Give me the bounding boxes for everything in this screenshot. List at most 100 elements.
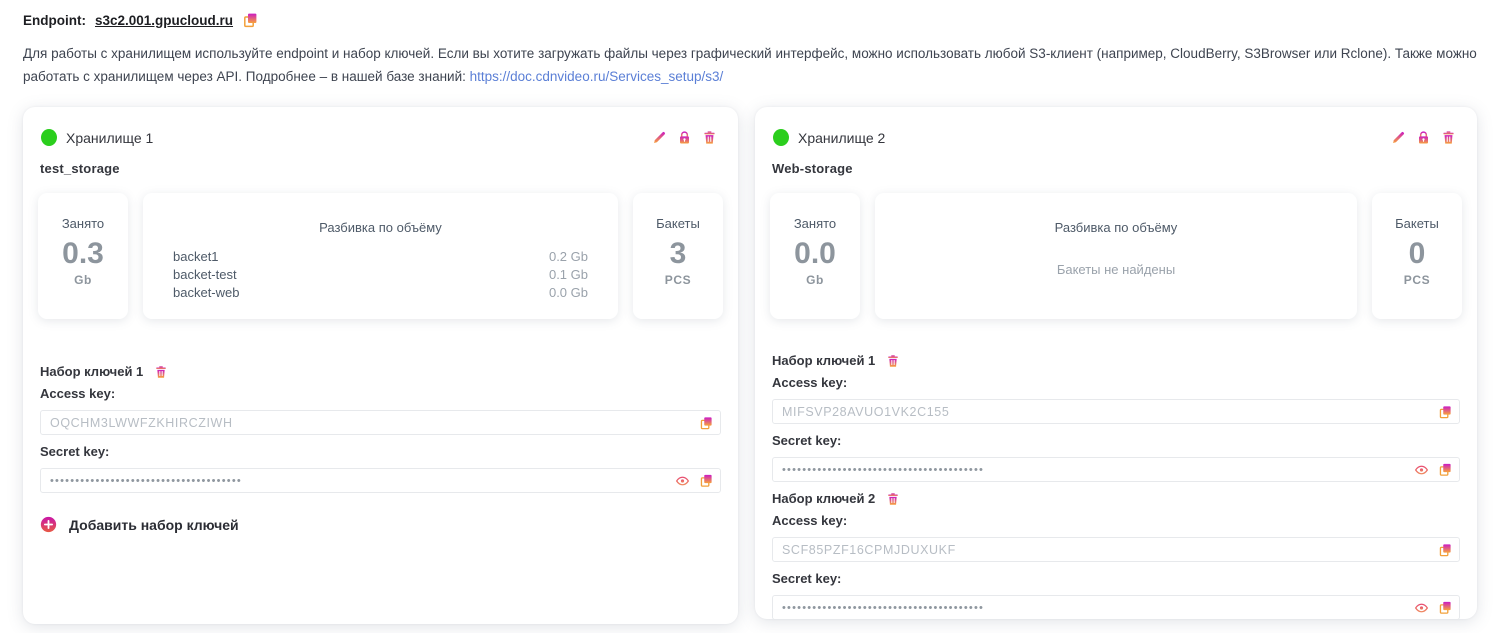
pencil-icon[interactable] bbox=[652, 130, 667, 145]
plus-circle-icon bbox=[40, 516, 57, 533]
access-key-label: Access key: bbox=[40, 386, 721, 401]
endpoint-label: Endpoint: bbox=[23, 13, 86, 28]
access-key-input[interactable] bbox=[40, 410, 721, 435]
copy-icon[interactable] bbox=[1438, 463, 1452, 477]
access-key-label: Access key: bbox=[772, 513, 1460, 528]
keyset-header: Набор ключей 1 bbox=[772, 353, 1460, 368]
volume-breakdown: Разбивка по объёму Бакеты не найдены bbox=[875, 193, 1357, 319]
secret-key-field bbox=[772, 595, 1460, 620]
status-dot bbox=[41, 129, 57, 146]
lock-icon[interactable] bbox=[677, 130, 692, 145]
add-keyset-label: Добавить набор ключей bbox=[69, 517, 239, 533]
buckets-stat: Бакеты 0 PCS bbox=[1372, 193, 1462, 319]
copy-icon[interactable] bbox=[1438, 601, 1452, 615]
copy-icon[interactable] bbox=[1438, 405, 1452, 419]
breakdown-row: backet-test 0.1 Gb bbox=[173, 266, 588, 284]
access-key-field bbox=[40, 410, 721, 435]
secret-key-label: Secret key: bbox=[40, 444, 721, 459]
storage-title: Хранилище 1 bbox=[66, 130, 153, 146]
keyset-header: Набор ключей 1 bbox=[40, 364, 721, 379]
used-label: Занято bbox=[62, 216, 104, 231]
add-keyset-button[interactable]: Добавить набор ключей bbox=[40, 516, 239, 533]
stats-row: Занято 0.3 Gb Разбивка по объёму backet1… bbox=[38, 193, 723, 319]
access-key-input[interactable] bbox=[772, 399, 1460, 424]
buckets-value: 3 bbox=[670, 238, 687, 270]
used-unit: Gb bbox=[74, 273, 92, 287]
breakdown-rows: backet1 0.2 Gb backet-test 0.1 Gb backet… bbox=[173, 248, 588, 302]
copy-icon[interactable] bbox=[242, 12, 258, 28]
used-stat: Занято 0.0 Gb bbox=[770, 193, 860, 319]
used-value: 0.0 bbox=[794, 238, 836, 270]
endpoint-link[interactable]: s3c2.001.gpucloud.ru bbox=[95, 13, 233, 28]
secret-key-input[interactable] bbox=[772, 595, 1460, 620]
pencil-icon[interactable] bbox=[1391, 130, 1406, 145]
access-key-field bbox=[772, 399, 1460, 424]
description-text: Для работы с хранилищем используйте endp… bbox=[23, 43, 1484, 88]
used-unit: Gb bbox=[806, 273, 824, 287]
used-value: 0.3 bbox=[62, 238, 104, 270]
s3-storage-page: Endpoint: s3c2.001.gpucloud.ru Для работ… bbox=[0, 0, 1506, 624]
buckets-unit: PCS bbox=[665, 273, 691, 287]
bucket-name: backet1 bbox=[173, 248, 219, 266]
eye-icon[interactable] bbox=[1414, 462, 1429, 477]
input-icons bbox=[1438, 543, 1452, 557]
bucket-name: backet-web bbox=[173, 284, 239, 302]
keyset-title: Набор ключей 1 bbox=[40, 364, 143, 379]
keyset-header: Набор ключей 2 bbox=[772, 491, 1460, 506]
secret-key-field bbox=[40, 468, 721, 493]
description-body: Для работы с хранилищем используйте endp… bbox=[23, 46, 1477, 84]
storage-card-2: Хранилище 2 Web-storage Занято 0.0 Gb Ра… bbox=[755, 107, 1477, 619]
storage-name: Web-storage bbox=[772, 161, 1462, 176]
secret-key-field bbox=[772, 457, 1460, 482]
storage-name: test_storage bbox=[40, 161, 723, 176]
breakdown-row: backet1 0.2 Gb bbox=[173, 248, 588, 266]
copy-icon[interactable] bbox=[699, 416, 713, 430]
breakdown-row: backet-web 0.0 Gb bbox=[173, 284, 588, 302]
access-key-label: Access key: bbox=[772, 375, 1460, 390]
buckets-label: Бакеты bbox=[1395, 216, 1439, 231]
trash-icon[interactable] bbox=[886, 492, 900, 506]
secret-key-label: Secret key: bbox=[772, 571, 1460, 586]
buckets-label: Бакеты bbox=[656, 216, 700, 231]
keyset-1: Набор ключей 1 Access key: Secret key: bbox=[38, 364, 723, 493]
secret-key-input[interactable] bbox=[40, 468, 721, 493]
copy-icon[interactable] bbox=[699, 474, 713, 488]
volume-breakdown: Разбивка по объёму backet1 0.2 Gb backet… bbox=[143, 193, 618, 319]
eye-icon[interactable] bbox=[1414, 600, 1429, 615]
card-actions bbox=[1391, 130, 1456, 145]
bucket-size: 0.0 Gb bbox=[549, 284, 588, 302]
stats-row: Занято 0.0 Gb Разбивка по объёму Бакеты … bbox=[770, 193, 1462, 319]
card-actions bbox=[652, 130, 717, 145]
eye-icon[interactable] bbox=[675, 473, 690, 488]
lock-icon[interactable] bbox=[1416, 130, 1431, 145]
access-key-input[interactable] bbox=[772, 537, 1460, 562]
input-icons bbox=[1438, 405, 1452, 419]
copy-icon[interactable] bbox=[1438, 543, 1452, 557]
storage-title: Хранилище 2 bbox=[798, 130, 885, 146]
storage-card-1: Хранилище 1 test_storage Занято 0.3 Gb Р… bbox=[23, 107, 738, 624]
trash-icon[interactable] bbox=[886, 354, 900, 368]
trash-icon[interactable] bbox=[702, 130, 717, 145]
endpoint-row: Endpoint: s3c2.001.gpucloud.ru bbox=[23, 12, 1484, 28]
breakdown-title: Разбивка по объёму bbox=[905, 220, 1327, 235]
used-stat: Занято 0.3 Gb bbox=[38, 193, 128, 319]
secret-key-label: Secret key: bbox=[772, 433, 1460, 448]
keyset-title: Набор ключей 1 bbox=[772, 353, 875, 368]
buckets-value: 0 bbox=[1409, 238, 1426, 270]
storage-cards: Хранилище 1 test_storage Занято 0.3 Gb Р… bbox=[23, 107, 1484, 624]
breakdown-empty-text: Бакеты не найдены bbox=[905, 262, 1327, 277]
doc-link[interactable]: https://doc.cdnvideo.ru/Services_setup/s… bbox=[470, 69, 724, 84]
trash-icon[interactable] bbox=[1441, 130, 1456, 145]
status-dot bbox=[773, 129, 789, 146]
bucket-size: 0.1 Gb bbox=[549, 266, 588, 284]
buckets-stat: Бакеты 3 PCS bbox=[633, 193, 723, 319]
access-key-field bbox=[772, 537, 1460, 562]
used-label: Занято bbox=[794, 216, 836, 231]
card-header: Хранилище 1 bbox=[38, 127, 723, 146]
trash-icon[interactable] bbox=[154, 365, 168, 379]
breakdown-title: Разбивка по объёму bbox=[173, 220, 588, 235]
input-icons bbox=[675, 473, 713, 488]
secret-key-input[interactable] bbox=[772, 457, 1460, 482]
buckets-unit: PCS bbox=[1404, 273, 1430, 287]
keyset-2: Набор ключей 2 Access key: Secret key: bbox=[770, 491, 1462, 620]
